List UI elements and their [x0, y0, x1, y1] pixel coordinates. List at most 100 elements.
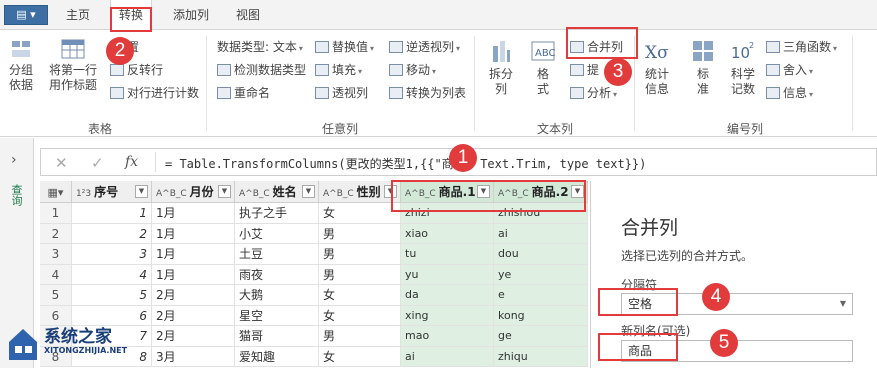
cell-id[interactable]: 1 [72, 203, 152, 224]
data-type-dropdown[interactable]: 数据类型: 文本 ▾ [217, 38, 303, 56]
group-label-table: 表格 [87, 122, 112, 136]
cell-month[interactable]: 1月 [152, 264, 235, 285]
cell-product-1[interactable]: xing [401, 305, 494, 326]
cell-id[interactable]: 5 [72, 285, 152, 306]
column-filter-dropdown-icon[interactable]: ▼ [218, 185, 231, 198]
cell-gender[interactable]: 女 [319, 203, 401, 224]
analyze-button[interactable]: 分析 ▾ [570, 84, 617, 102]
cell-product-1[interactable]: mao [401, 326, 494, 347]
cell-name[interactable]: 执子之手 [235, 203, 319, 224]
trig-dropdown[interactable]: 三角函数 ▾ [766, 38, 837, 56]
triangle-icon [766, 41, 780, 53]
rename-button[interactable]: 重命名 [217, 84, 270, 102]
column-filter-dropdown-icon[interactable]: ▼ [135, 185, 148, 198]
format-button[interactable]: ABC 格 式 [526, 38, 560, 97]
tab-view[interactable]: 视图 [226, 0, 270, 30]
rounding-dropdown[interactable]: 舍入 ▾ [766, 61, 813, 79]
pivot-icon [315, 87, 329, 99]
cell-month[interactable]: 3月 [152, 346, 235, 367]
statistics-button[interactable]: Xσ 统计 信息 [640, 38, 674, 97]
cell-product-1[interactable]: yu [401, 264, 494, 285]
table-menu-icon[interactable]: ▦▾ [40, 181, 72, 203]
cell-gender[interactable]: 女 [319, 285, 401, 306]
cell-product-2[interactable]: ge [494, 326, 588, 347]
cell-product-2[interactable]: ai [494, 223, 588, 244]
split-column-icon [493, 41, 510, 62]
cell-product-2[interactable]: dou [494, 244, 588, 265]
cell-name[interactable]: 土豆 [235, 244, 319, 265]
pivot-column-button[interactable]: 透视列 [315, 84, 368, 102]
rounding-label: 舍入 [783, 63, 808, 77]
cell-gender[interactable]: 男 [319, 264, 401, 285]
cell-product-1[interactable]: xiao [401, 223, 494, 244]
cancel-icon[interactable]: ✕ [55, 154, 68, 172]
detect-type-button[interactable]: 检测数据类型 [217, 61, 306, 79]
count-rows-button[interactable]: 对行进行计数 [110, 84, 199, 102]
cell-product-2[interactable]: kong [494, 305, 588, 326]
format-label: 格 式 [536, 67, 549, 96]
split-column-button[interactable]: 拆分 列 [484, 38, 518, 97]
column-header-id[interactable]: 1²3 序号 ▼ [72, 181, 152, 203]
chevron-down-icon: ▾ [370, 44, 375, 53]
scientific-button[interactable]: 10 2 科学 记数 [726, 38, 760, 97]
cell-month[interactable]: 2月 [152, 305, 235, 326]
cell-month[interactable]: 1月 [152, 244, 235, 265]
cell-product-1[interactable]: da [401, 285, 494, 306]
cell-name[interactable]: 猫哥 [235, 326, 319, 347]
cell-gender[interactable]: 女 [319, 305, 401, 326]
replace-values-button[interactable]: 替换值 ▾ [315, 38, 374, 56]
cell-gender[interactable]: 女 [319, 346, 401, 367]
move-button[interactable]: 移动 ▾ [389, 61, 436, 79]
cell-product-1[interactable]: ai [401, 346, 494, 367]
expand-queries-chevron-icon[interactable]: › [11, 152, 17, 168]
fill-button[interactable]: 填充 ▾ [315, 61, 362, 79]
cell-product-2[interactable]: zhiqu [494, 346, 588, 367]
cell-name[interactable]: 雨夜 [235, 264, 319, 285]
column-header-gender[interactable]: A^B_C 性别 ▼ [319, 181, 401, 203]
cell-name[interactable]: 爱知趣 [235, 346, 319, 367]
group-by-button[interactable]: 分组 依据 [4, 38, 38, 93]
site-watermark: 系统之家 XITONGZHIJIA.NET [6, 320, 156, 368]
info-label: 信息 [783, 86, 808, 100]
file-menu-button[interactable]: ▤ ▾ [4, 5, 48, 25]
cell-id[interactable]: 3 [72, 244, 152, 265]
tab-add-column[interactable]: 添加列 [164, 0, 218, 30]
fx-icon[interactable]: fx [125, 154, 138, 170]
cell-product-1[interactable]: tu [401, 244, 494, 265]
column-filter-dropdown-icon[interactable]: ▼ [302, 185, 315, 198]
confirm-check-icon[interactable]: ✓ [91, 154, 104, 172]
cell-name[interactable]: 小艾 [235, 223, 319, 244]
cell-gender[interactable]: 男 [319, 244, 401, 265]
cell-product-2[interactable]: ye [494, 264, 588, 285]
cell-product-2[interactable]: e [494, 285, 588, 306]
fill-down-icon [315, 64, 329, 76]
standard-button[interactable]: 标 准 [686, 38, 720, 97]
cell-id[interactable]: 2 [72, 223, 152, 244]
formula-input[interactable]: = Table.TransformColumns(更改的类型1,{{"商品. T… [165, 155, 646, 172]
use-first-row-as-headers-button[interactable]: 将第一行 用作标题 [44, 38, 102, 93]
cell-gender[interactable]: 男 [319, 326, 401, 347]
tab-home[interactable]: 主页 [58, 0, 98, 30]
cell-month[interactable]: 1月 [152, 223, 235, 244]
cell-name[interactable]: 大鹅 [235, 285, 319, 306]
info-dropdown[interactable]: 信息 ▾ [766, 84, 813, 102]
queries-label: 查询 [10, 184, 23, 206]
extract-button[interactable]: 提 [570, 61, 599, 79]
column-header-name[interactable]: A^B_C 姓名 ▼ [235, 181, 319, 203]
cell-name[interactable]: 星空 [235, 305, 319, 326]
menu-icon: ▤ ▾ [16, 8, 36, 21]
chevron-down-icon: ▾ [613, 90, 618, 99]
list-icon [389, 87, 403, 99]
chevron-down-icon: ▾ [809, 90, 814, 99]
replace-values-label: 替换值 [332, 40, 369, 54]
cell-id[interactable]: 4 [72, 264, 152, 285]
column-header-month[interactable]: A^B_C 月份 ▼ [152, 181, 235, 203]
unpivot-button[interactable]: 逆透视列 ▾ [389, 38, 460, 56]
convert-to-list-button[interactable]: 转换为列表 [389, 84, 466, 102]
cell-gender[interactable]: 男 [319, 223, 401, 244]
cell-month[interactable]: 1月 [152, 203, 235, 224]
detect-type-label: 检测数据类型 [234, 63, 307, 77]
cell-month[interactable]: 2月 [152, 285, 235, 306]
reverse-rows-label: 反转行 [127, 63, 164, 77]
cell-month[interactable]: 2月 [152, 326, 235, 347]
